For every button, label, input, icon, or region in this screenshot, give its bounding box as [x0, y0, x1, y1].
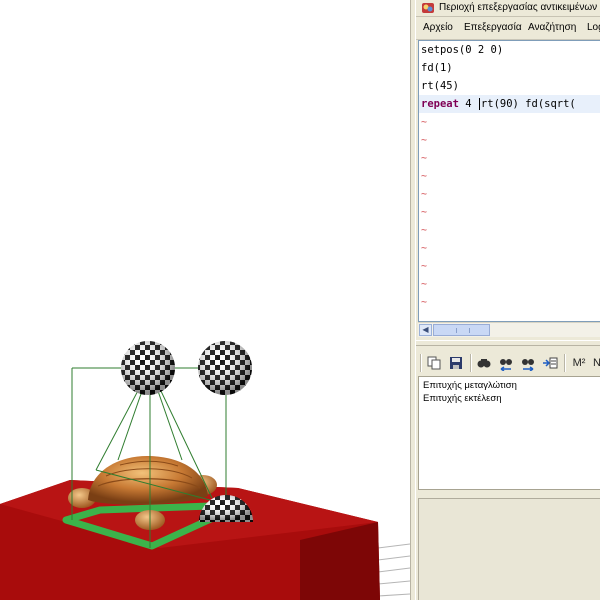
menu-log[interactable]: Log: [587, 22, 600, 33]
code-rest: rt(90) fd(sqrt(: [480, 98, 576, 110]
bottom-pane-box: [418, 498, 600, 600]
empty-line-marker: ~: [421, 207, 428, 218]
horizontal-splitter[interactable]: [416, 340, 600, 346]
ground-grid: [377, 543, 410, 597]
menu-edit[interactable]: Επεξεργασία: [464, 22, 522, 33]
empty-line-marker: ~: [421, 243, 428, 254]
toolbar: M² N: [416, 350, 600, 376]
horizontal-scrollbar[interactable]: ◀: [418, 322, 600, 337]
menu-file[interactable]: Αρχείο: [423, 22, 453, 33]
empty-line-marker: ~: [421, 153, 428, 164]
mass-icon[interactable]: M²: [570, 355, 588, 371]
console-line-compile: Επιτυχής μεταγλώτιση: [423, 380, 517, 391]
code-line-current: repeat 4 rt(90) fd(sqrt(: [419, 95, 600, 113]
code-keyword: repeat: [421, 98, 459, 110]
scrollbar-grip: [456, 328, 470, 333]
bottom-pane: [416, 492, 600, 600]
app-icon: [422, 3, 434, 13]
copy-icon[interactable]: [426, 355, 442, 371]
find-previous-icon[interactable]: [498, 355, 514, 371]
checker-sphere-right: [198, 341, 252, 395]
find-next-icon[interactable]: [520, 355, 536, 371]
empty-line-marker: ~: [421, 297, 428, 308]
console-line-run: Επιτυχής εκτέλεση: [423, 393, 502, 404]
code-line-3: rt(45): [421, 80, 459, 92]
checker-sphere-left: [121, 341, 175, 395]
panel-title: Περιοχή επεξεργασίας αντικειμένων: [439, 2, 598, 13]
scroll-left-arrow-icon[interactable]: ◀: [419, 324, 432, 336]
text-caret: [478, 98, 480, 110]
empty-line-marker: ~: [421, 189, 428, 200]
empty-line-marker: ~: [421, 117, 428, 128]
save-icon[interactable]: [448, 355, 464, 371]
code-editor[interactable]: setpos(0 2 0) fd(1) rt(45) repeat 4 rt(9…: [418, 40, 600, 322]
menu-bar: Αρχείο Επεξεργασία Αναζήτηση Log: [416, 18, 600, 40]
find-icon[interactable]: [476, 355, 492, 371]
scene-viewport[interactable]: [0, 0, 410, 600]
empty-line-marker: ~: [421, 135, 428, 146]
empty-line-marker: ~: [421, 171, 428, 182]
empty-line-marker: ~: [421, 261, 428, 272]
output-console: Επιτυχής μεταγλώτιση Επιτυχής εκτέλεση: [418, 376, 600, 490]
code-count: 4: [465, 98, 472, 110]
menu-search[interactable]: Αναζήτηση: [528, 22, 576, 33]
panel-title-bar: Περιοχή επεξεργασίας αντικειμένων: [416, 0, 600, 17]
scene-canvas[interactable]: [0, 0, 410, 600]
toolbar-separator: [420, 354, 422, 372]
scrollbar-thumb[interactable]: [433, 324, 490, 336]
toolbar-overflow-button[interactable]: N: [592, 355, 600, 371]
toolbar-separator: [564, 354, 566, 372]
code-line-1: setpos(0 2 0): [421, 44, 504, 56]
empty-line-marker: ~: [421, 279, 428, 290]
empty-line-marker: ~: [421, 225, 428, 236]
object-editor-panel: Περιοχή επεξεργασίας αντικειμένων Αρχείο…: [416, 0, 600, 600]
code-line-2: fd(1): [421, 62, 453, 74]
toolbar-separator: [470, 354, 472, 372]
insert-icon[interactable]: [542, 355, 558, 371]
